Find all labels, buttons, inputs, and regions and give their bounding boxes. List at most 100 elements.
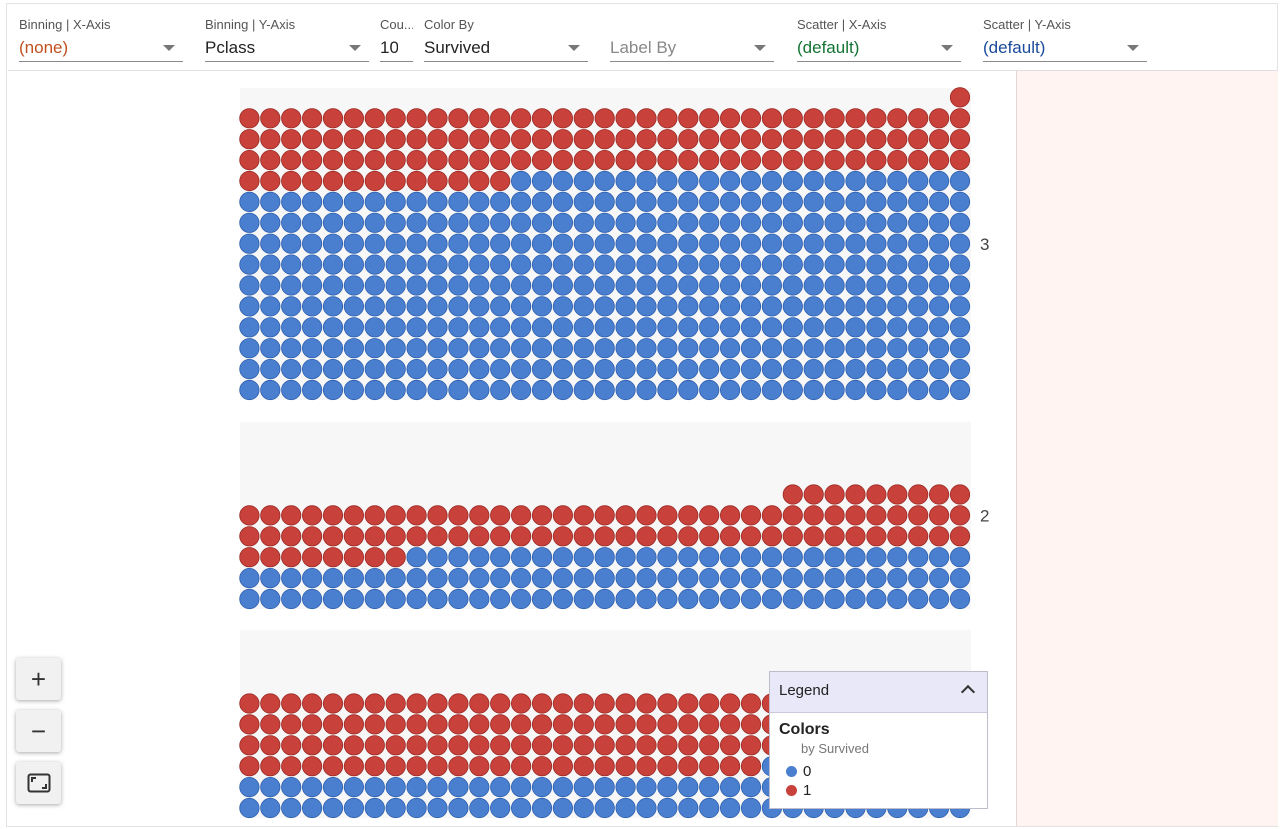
dot-survived-0[interactable] [364,338,385,359]
dot-survived-0[interactable] [866,191,887,212]
dot-survived-1[interactable] [636,735,657,756]
dot-survived-0[interactable] [719,212,741,233]
dot-survived-1[interactable] [740,756,762,777]
dot-survived-0[interactable] [761,254,783,275]
dot-survived-0[interactable] [322,797,344,819]
dot-survived-1[interactable] [531,756,553,777]
dot-survived-1[interactable] [740,108,762,129]
dot-survived-0[interactable] [928,358,950,380]
dot-survived-1[interactable] [615,714,636,735]
dot-survived-1[interactable] [385,693,406,714]
dot-survived-0[interactable] [281,338,302,359]
dot-survived-0[interactable] [719,254,741,275]
dot-survived-1[interactable] [552,108,574,129]
dot-survived-0[interactable] [908,317,929,338]
dot-survived-0[interactable] [678,358,699,380]
dot-survived-0[interactable] [490,797,511,819]
dot-survived-0[interactable] [949,254,971,275]
dot-survived-0[interactable] [824,275,845,296]
dot-survived-0[interactable] [322,212,344,233]
dot-survived-1[interactable] [385,547,406,568]
dot-survived-0[interactable] [469,338,490,359]
dot-survived-1[interactable] [615,505,636,526]
dot-survived-1[interactable] [406,526,427,547]
dot-survived-1[interactable] [427,735,448,756]
dot-survived-1[interactable] [301,735,323,756]
dot-survived-0[interactable] [281,358,302,380]
dot-survived-0[interactable] [761,547,783,568]
dot-survived-1[interactable] [343,735,364,756]
dot-survived-1[interactable] [657,108,678,129]
dot-survived-1[interactable] [364,714,385,735]
dot-survived-0[interactable] [239,379,260,401]
dot-survived-0[interactable] [281,275,302,296]
dot-survived-0[interactable] [782,567,803,589]
dot-survived-1[interactable] [949,526,971,547]
dot-survived-1[interactable] [594,150,615,171]
dot-survived-0[interactable] [719,296,741,317]
dot-survived-1[interactable] [385,108,406,129]
dot-survived-0[interactable] [260,233,281,254]
dot-survived-0[interactable] [887,338,908,359]
dot-survived-0[interactable] [531,797,553,819]
dot-survived-0[interactable] [740,338,762,359]
dot-survived-0[interactable] [845,379,866,401]
dot-survived-0[interactable] [699,233,720,254]
dot-survived-1[interactable] [699,505,720,526]
dot-survived-0[interactable] [343,776,364,798]
dot-survived-1[interactable] [239,505,260,526]
dot-survived-1[interactable] [260,108,281,129]
dot-survived-0[interactable] [573,547,594,568]
dot-survived-1[interactable] [552,714,574,735]
dot-survived-0[interactable] [385,212,406,233]
dot-survived-0[interactable] [949,275,971,296]
dot-survived-1[interactable] [678,526,699,547]
dot-survived-1[interactable] [364,108,385,129]
dot-survived-1[interactable] [699,526,720,547]
dot-survived-0[interactable] [803,338,824,359]
dot-survived-1[interactable] [531,526,553,547]
dot-survived-1[interactable] [824,484,845,505]
dot-survived-0[interactable] [343,588,364,610]
dot-survived-1[interactable] [699,693,720,714]
dot-survived-1[interactable] [301,505,323,526]
dot-survived-1[interactable] [949,108,971,129]
dot-survived-0[interactable] [908,212,929,233]
dot-survived-0[interactable] [782,296,803,317]
dot-survived-1[interactable] [385,756,406,777]
dot-survived-1[interactable] [782,129,803,150]
dot-survived-0[interactable] [908,170,929,192]
dot-survived-1[interactable] [281,693,302,714]
dot-survived-1[interactable] [343,129,364,150]
dot-survived-1[interactable] [385,714,406,735]
dot-survived-0[interactable] [761,296,783,317]
dot-survived-0[interactable] [908,379,929,401]
dot-survived-0[interactable] [364,254,385,275]
dot-survived-0[interactable] [406,379,427,401]
dot-survived-0[interactable] [385,358,406,380]
dot-survived-0[interactable] [406,191,427,212]
dot-survived-1[interactable] [594,505,615,526]
dot-survived-1[interactable] [322,735,344,756]
dot-survived-1[interactable] [949,129,971,150]
dot-survived-0[interactable] [740,170,762,192]
dot-survived-1[interactable] [469,129,490,150]
dot-survived-0[interactable] [301,776,323,798]
dot-survived-0[interactable] [364,797,385,819]
dot-survived-1[interactable] [845,108,866,129]
dot-survived-0[interactable] [301,379,323,401]
dot-survived-0[interactable] [803,212,824,233]
dot-survived-1[interactable] [406,170,427,192]
dot-survived-1[interactable] [719,505,741,526]
dot-survived-0[interactable] [845,338,866,359]
dot-survived-0[interactable] [657,233,678,254]
dot-survived-1[interactable] [322,714,344,735]
dot-survived-0[interactable] [657,170,678,192]
dot-survived-0[interactable] [406,567,427,589]
dot-survived-1[interactable] [761,108,783,129]
dot-survived-0[interactable] [928,588,950,610]
dot-survived-1[interactable] [322,756,344,777]
dot-survived-1[interactable] [657,756,678,777]
dot-survived-0[interactable] [719,233,741,254]
dot-survived-0[interactable] [782,379,803,401]
